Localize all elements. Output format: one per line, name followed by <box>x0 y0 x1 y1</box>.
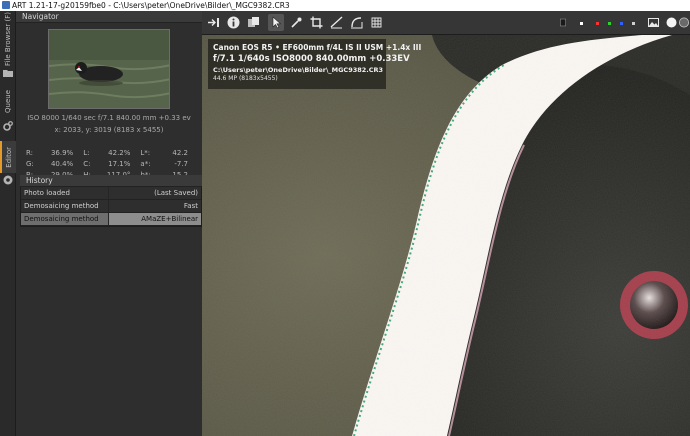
overlay-path-line: C:\Users\peter\OneDrive\Bilder\_MGC9382.… <box>213 66 384 74</box>
background-color-icon[interactable] <box>645 14 661 31</box>
photo-preview <box>202 35 690 436</box>
overlay-exposure-line: f/7.1 1/640s ISO8000 840.00mm +0.33EV <box>213 54 410 64</box>
value-astar: -7.7 <box>174 159 188 168</box>
value-r: 36.9% <box>50 148 74 157</box>
gray-circle-icon[interactable] <box>678 14 690 31</box>
window-title-bar: ART 1.21-17-g20159fbe0 - C:\Users\peter\… <box>0 0 690 11</box>
history-panel: History Photo loaded (Last Saved) Demosa… <box>20 175 202 245</box>
image-info-overlay: Canon EOS R5 • EF600mm f/4L IS II USM +1… <box>208 39 422 89</box>
image-viewer[interactable]: Canon EOS R5 • EF600mm f/4L IS II USM +1… <box>202 35 690 436</box>
before-after-icon[interactable] <box>245 14 261 31</box>
color-label-blue[interactable] <box>620 22 623 25</box>
history-item-name: Demosaicing method <box>21 213 109 225</box>
navigator-cursor-coords: x: 2033, y: 3019 (8183 x 5455) <box>54 126 164 134</box>
history-item[interactable]: Photo loaded (Last Saved) <box>21 187 201 200</box>
white-circle-icon[interactable] <box>663 14 679 31</box>
navigator-header[interactable]: Navigator <box>16 11 202 23</box>
history-item-selected[interactable]: Demosaicing method AMaZE+Bilinear <box>21 213 201 226</box>
label-astar: a*: <box>140 159 151 168</box>
app-icon <box>2 1 10 9</box>
color-label-green[interactable] <box>608 22 611 25</box>
editor-toolbar <box>202 11 690 35</box>
window-title: ART 1.21-17-g20159fbe0 - C:\Users\peter\… <box>12 1 290 10</box>
color-label-white[interactable] <box>580 22 583 25</box>
overlay-size-line: 44.6 MP (8183x5455) <box>213 75 278 82</box>
info-icon[interactable] <box>225 14 241 31</box>
hand-tool-icon[interactable] <box>268 14 284 31</box>
color-label-red[interactable] <box>596 22 599 25</box>
folder-icon[interactable] <box>3 68 13 78</box>
label-l: L: <box>83 148 90 157</box>
navigator-thumbnail[interactable] <box>48 29 170 109</box>
value-l: 42.2% <box>108 148 131 157</box>
overlay-camera-line: Canon EOS R5 • EF600mm f/4L IS II USM +1… <box>213 43 422 52</box>
tab-file-browser[interactable]: File Browser (F) <box>0 11 16 67</box>
history-item-value: (Last Saved) <box>154 189 198 197</box>
preview-icon[interactable] <box>205 14 221 31</box>
value-c: 17.1% <box>108 159 131 168</box>
history-item-name: Photo loaded <box>21 187 109 199</box>
tab-editor-label: Editor <box>5 146 13 168</box>
label-r: R: <box>26 148 34 157</box>
label-g: G: <box>26 159 34 168</box>
navigator-exif-info: ISO 8000 1/640 sec f/7.1 840.00 mm +0.33… <box>27 114 191 122</box>
perspective-icon[interactable] <box>348 14 364 31</box>
left-panel: Navigator ISO 8000 1/640 sec f/7.1 840.0… <box>16 11 202 436</box>
history-item-name: Demosaicing method <box>21 200 109 212</box>
tab-file-browser-label: File Browser (F) <box>4 11 12 67</box>
history-item-value: Fast <box>183 202 198 210</box>
color-values-row: R: 36.9% L: 42.2% L*: 42.2 <box>24 147 196 158</box>
label-lstar: L*: <box>140 148 151 157</box>
grid-icon[interactable] <box>368 14 384 31</box>
crop-icon[interactable] <box>308 14 324 31</box>
vertical-tab-bar: File Browser (F) Queue Editor <box>0 11 16 436</box>
straighten-icon[interactable] <box>328 14 344 31</box>
tab-editor[interactable]: Editor <box>0 141 16 173</box>
navigator-panel: Navigator ISO 8000 1/640 sec f/7.1 840.0… <box>16 11 202 179</box>
tab-queue[interactable]: Queue <box>0 83 16 119</box>
value-g: 40.4% <box>50 159 74 168</box>
label-c: C: <box>83 159 91 168</box>
color-label-none-icon[interactable] <box>558 14 568 31</box>
color-label-gray[interactable] <box>632 22 635 25</box>
tab-queue-label: Queue <box>4 89 12 113</box>
history-header[interactable]: History <box>20 175 202 187</box>
gears-icon[interactable] <box>3 121 13 131</box>
color-values-row: G: 40.4% C: 17.1% a*: -7.7 <box>24 158 196 169</box>
color-picker-icon[interactable] <box>288 14 304 31</box>
history-item[interactable]: Demosaicing method Fast <box>21 200 201 213</box>
history-list: Photo loaded (Last Saved) Demosaicing me… <box>20 187 202 227</box>
aperture-icon[interactable] <box>3 175 13 185</box>
value-lstar: 42.2 <box>172 148 188 157</box>
history-item-value: AMaZE+Bilinear <box>141 215 198 223</box>
